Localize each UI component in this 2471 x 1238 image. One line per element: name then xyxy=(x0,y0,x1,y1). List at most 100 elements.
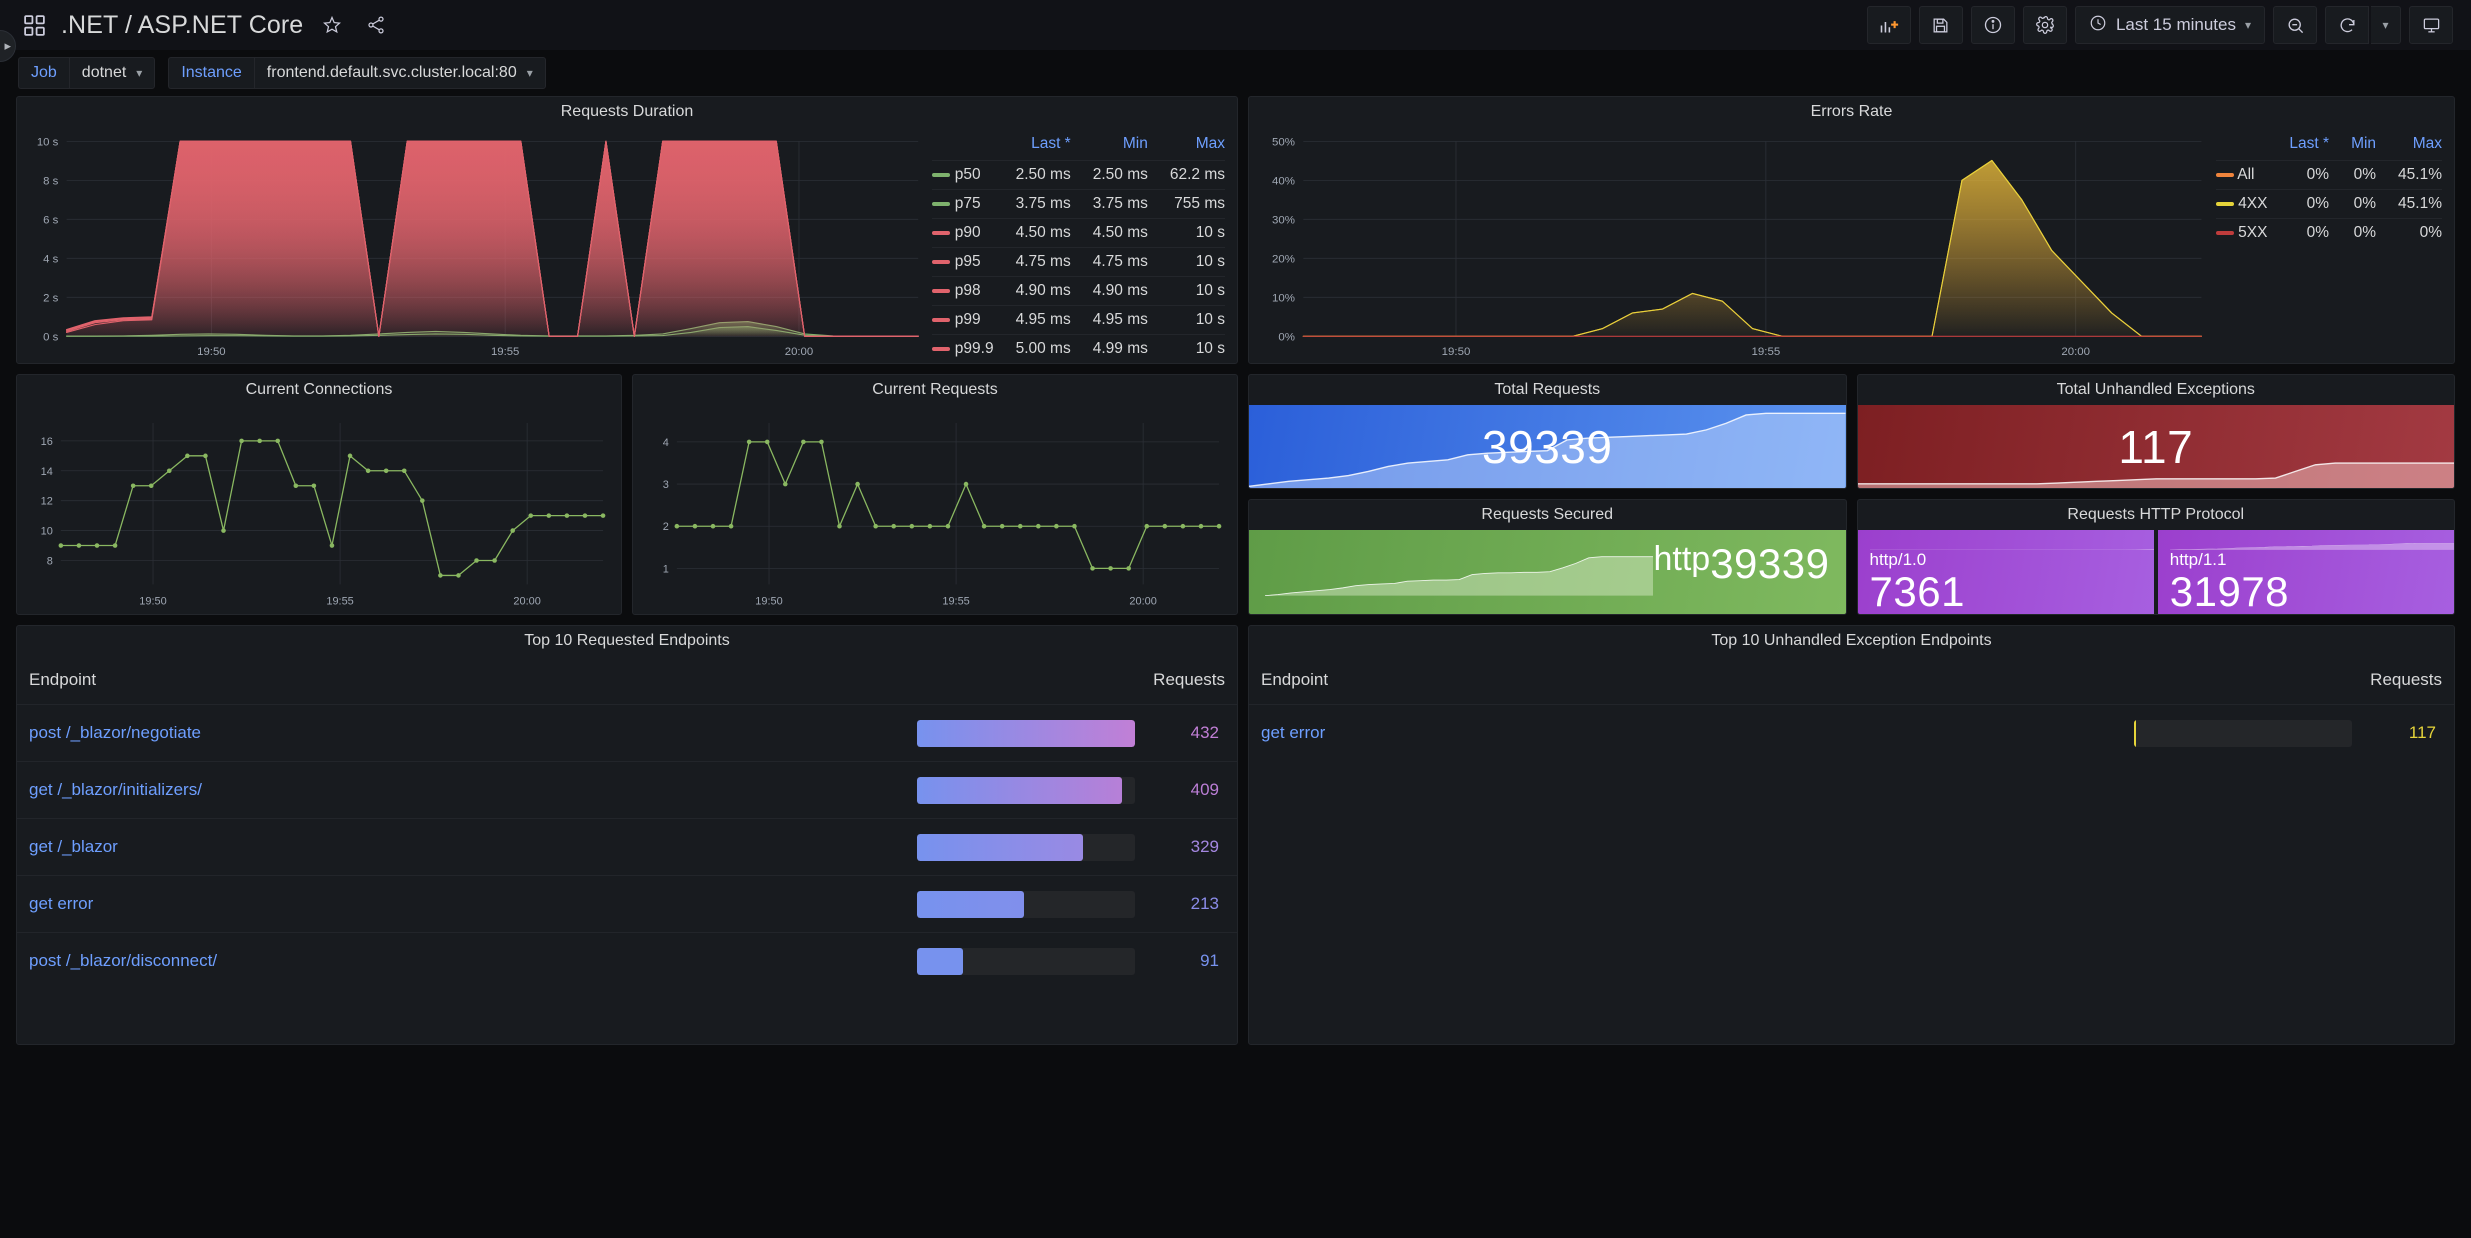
table-row[interactable]: get /_blazor/initializers/409 xyxy=(17,761,1237,819)
endpoint-link[interactable]: post /_blazor/disconnect/ xyxy=(29,951,217,970)
table-cell-requests: 91 xyxy=(1141,932,1237,990)
legend-row[interactable]: p99 4.95 ms 4.95 ms 10 s xyxy=(932,305,1225,335)
legend-row[interactable]: p90 4.50 ms 4.50 ms 10 s xyxy=(932,218,1225,248)
share-icon[interactable] xyxy=(361,10,391,40)
stat-name-http-1-1: http/1.1 xyxy=(2169,549,2227,569)
star-icon[interactable] xyxy=(317,10,347,40)
legend-series-header xyxy=(2216,135,2268,161)
legend-column-header[interactable]: Min xyxy=(2329,135,2376,161)
gauge-track xyxy=(917,719,1136,747)
legend-series-name[interactable]: 4XX xyxy=(2215,189,2268,219)
legend-column-header[interactable]: Last * xyxy=(2267,135,2329,161)
legend-series-name[interactable]: p90 xyxy=(932,218,994,248)
kiosk-mode-button[interactable] xyxy=(2409,6,2453,44)
save-dashboard-button[interactable] xyxy=(1918,6,1963,44)
legend-column-header[interactable]: Min xyxy=(1071,135,1148,161)
legend-row[interactable]: All 0% 0% 45.1% xyxy=(2215,160,2442,190)
zoom-out-button[interactable] xyxy=(2273,6,2317,44)
legend-color-swatch xyxy=(2215,201,2234,206)
requests-duration-legend: Last * Min Max p50 2.50 ms 2.50 ms 62.2 ms p7… xyxy=(926,127,1237,363)
dashboard-info-button[interactable] xyxy=(1970,6,2015,44)
legend-series-name[interactable]: p50 xyxy=(932,160,994,190)
legend-column-header[interactable]: Max xyxy=(2376,135,2442,161)
stat-http-1-0[interactable]: http/1.0 7361 xyxy=(1857,530,2154,614)
legend-row[interactable]: p75 3.75 ms 3.75 ms 755 ms xyxy=(932,189,1225,219)
svg-text:20:00: 20:00 xyxy=(785,346,813,358)
stat-total-unhandled-exceptions[interactable]: 117 xyxy=(1857,405,2454,488)
endpoint-link[interactable]: get /_blazor/initializers/ xyxy=(29,780,202,799)
legend-value-min: 0% xyxy=(2329,218,2377,247)
dashboard-settings-button[interactable] xyxy=(2022,6,2067,44)
svg-text:20:00: 20:00 xyxy=(2061,346,2090,358)
table-row[interactable]: post /_blazor/negotiate 432 xyxy=(17,704,1237,762)
current-connections-chart[interactable]: 8 10 12 14 16 19:50 19:55 20:00 xyxy=(17,405,621,614)
legend-column-header[interactable]: Last * xyxy=(994,135,1071,161)
svg-text:12: 12 xyxy=(41,496,53,508)
svg-text:10: 10 xyxy=(41,526,53,538)
table-cell-gauge xyxy=(911,761,1142,819)
endpoint-link[interactable]: post /_blazor/negotiate xyxy=(29,723,201,742)
svg-text:19:55: 19:55 xyxy=(1751,346,1780,358)
current-requests-chart[interactable]: 1 2 3 4 19:50 19:55 20:00 xyxy=(633,405,1237,614)
table-cell-endpoint: get error xyxy=(1249,704,2129,762)
gauge-track xyxy=(917,890,1136,918)
errors-rate-chart[interactable]: 0% 10% 20% 30% 40% 50% 19:50 19:55 20:00 xyxy=(1249,127,2210,363)
legend-series-name[interactable]: 5XX xyxy=(2215,218,2268,247)
table-cell-endpoint: post /_blazor/negotiate xyxy=(17,704,912,762)
table-top-requested-endpoints: Endpoint Requests post /_blazor/negotiate… xyxy=(17,656,1237,990)
refresh-button[interactable] xyxy=(2325,6,2369,44)
svg-text:19:55: 19:55 xyxy=(326,595,353,607)
legend-series-name[interactable]: p98 xyxy=(932,276,994,306)
legend-value-last: 4.90 ms xyxy=(993,276,1071,306)
grid-icon xyxy=(22,13,47,38)
legend-row[interactable]: 5XX 0% 0% 0% xyxy=(2215,218,2442,247)
legend-color-swatch xyxy=(2215,172,2234,177)
svg-text:20:00: 20:00 xyxy=(513,595,540,607)
svg-text:19:55: 19:55 xyxy=(491,346,519,358)
legend-series-name[interactable]: All xyxy=(2215,160,2268,190)
legend-series-name[interactable]: p95 xyxy=(932,247,994,277)
endpoint-link[interactable]: get error xyxy=(1261,723,1325,742)
refresh-interval-button[interactable]: ▾ xyxy=(2371,6,2401,44)
gauge-fill xyxy=(917,776,1123,804)
legend-value-min: 4.90 ms xyxy=(1070,276,1148,306)
endpoint-link[interactable]: get /_blazor xyxy=(29,837,118,856)
legend-row[interactable]: p50 2.50 ms 2.50 ms 62.2 ms xyxy=(932,160,1225,190)
legend-series-name[interactable]: p75 xyxy=(932,189,994,219)
legend-row[interactable]: p95 4.75 ms 4.75 ms 10 s xyxy=(932,247,1225,277)
table-row[interactable]: get /_blazor 329 xyxy=(17,818,1237,876)
add-panel-button[interactable] xyxy=(1866,6,1911,44)
legend-value-max: 45.1% xyxy=(2376,189,2442,219)
table-column-header-endpoint[interactable]: Endpoint xyxy=(17,656,1141,705)
legend-series-name[interactable]: p99.9 xyxy=(932,334,994,363)
legend-row[interactable]: p99.9 5.00 ms 4.99 ms 10 s xyxy=(932,334,1225,363)
stat-http-1-1[interactable]: http/1.1 31978 xyxy=(2157,530,2454,614)
endpoint-link[interactable]: get error xyxy=(29,894,93,913)
stat-requests-secured[interactable]: http 39339 xyxy=(1249,530,1846,614)
gauge-fill xyxy=(917,890,1024,918)
chevron-down-icon: ▾ xyxy=(136,66,143,80)
svg-text:14: 14 xyxy=(41,466,53,478)
stat-value-total-unhandled-exceptions: 117 xyxy=(2118,420,2194,473)
legend-series-name[interactable]: p99 xyxy=(932,305,994,335)
table-row[interactable]: get error 213 xyxy=(17,875,1237,933)
table-column-header-endpoint[interactable]: Endpoint xyxy=(1249,656,2358,705)
table-column-header-requests[interactable]: Requests xyxy=(2358,656,2454,705)
panel-total-unhandled-exceptions: Total Unhandled Exceptions 117 xyxy=(1856,374,2455,489)
table-row[interactable]: post /_blazor/disconnect/91 xyxy=(17,932,1237,990)
requests-duration-chart[interactable]: 0 s 2 s 4 s 6 s 8 s 10 s 19:50 19:55 20:00 xyxy=(17,127,926,363)
variable-job-select[interactable]: dotnet ▾ xyxy=(68,57,156,89)
svg-text:4 s: 4 s xyxy=(43,253,58,265)
time-range-picker[interactable]: Last 15 minutes ▾ xyxy=(2074,6,2265,44)
legend-row[interactable]: p98 4.90 ms 4.90 ms 10 s xyxy=(932,276,1225,306)
legend-row[interactable]: 4XX 0% 0% 45.1% xyxy=(2215,189,2442,219)
stat-total-requests[interactable]: 39339 xyxy=(1249,405,1846,488)
legend-color-swatch xyxy=(2215,230,2234,235)
legend-column-header[interactable]: Max xyxy=(1148,135,1225,161)
table-row[interactable]: get error 117 xyxy=(1249,704,2454,762)
panel-title-requests-duration: Requests Duration xyxy=(560,103,694,120)
variable-instance-select[interactable]: frontend.default.svc.cluster.local:80 ▾ xyxy=(253,57,546,89)
table-column-header-requests[interactable]: Requests xyxy=(1141,656,1237,705)
panel-top-unhandled-exception-endpoints: Top 10 Unhandled Exception Endpoints End… xyxy=(1248,625,2455,1045)
variable-job-value: dotnet xyxy=(81,64,127,81)
